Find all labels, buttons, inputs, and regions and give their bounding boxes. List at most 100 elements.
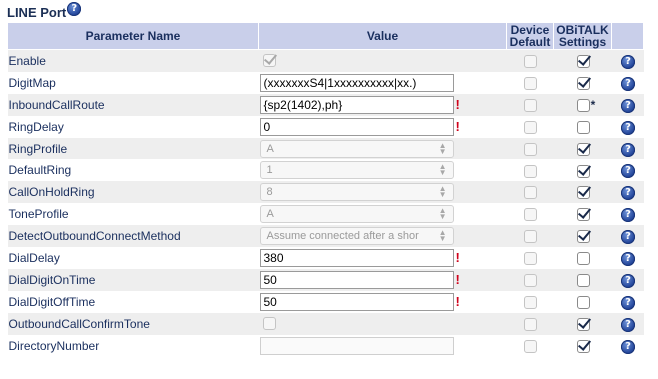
- table-row: DefaultRing 1 ▲ ▼?: [7, 159, 644, 182]
- obitalk-settings-checkbox[interactable]: [576, 77, 590, 90]
- value-wrap: 50!: [259, 292, 507, 311]
- help-icon[interactable]: ?: [621, 230, 635, 245]
- help-icon[interactable]: ?: [621, 120, 635, 135]
- help-cell: ?: [611, 334, 644, 357]
- parameter-name: RingDelay: [7, 115, 259, 138]
- table-row: Enable?: [7, 49, 644, 72]
- parameter-name: DialDigitOffTime: [7, 290, 259, 313]
- select-arrows-icon: ▲ ▼: [438, 162, 447, 178]
- help-icon[interactable]: ?: [621, 339, 635, 354]
- value-wrap: A ▲ ▼: [259, 205, 507, 224]
- table-row: RingDelay 0!?: [7, 115, 644, 138]
- table-row: CallOnHoldRing 8 ▲ ▼?: [7, 181, 644, 204]
- obitalk-settings-checkbox[interactable]: [576, 208, 590, 222]
- parameter-name: DigitMap: [7, 71, 259, 94]
- value-cell: 0!: [258, 115, 507, 138]
- help-icon[interactable]: ?: [621, 164, 635, 179]
- error-indicator: !: [455, 294, 460, 310]
- value-select: A ▲ ▼: [259, 205, 454, 224]
- header-help: [611, 22, 644, 50]
- obitalk-settings-checkbox[interactable]: [576, 120, 590, 134]
- help-icon[interactable]: ?: [621, 273, 635, 288]
- value-input[interactable]: {sp2(1402),ph}: [259, 95, 454, 114]
- device-default-cell: [506, 93, 554, 116]
- value-select: A ▲ ▼: [259, 139, 454, 158]
- obitalk-settings-checkbox[interactable]: [576, 295, 590, 309]
- obitalk-settings-checkbox[interactable]: [576, 252, 590, 266]
- help-icon[interactable]: ?: [621, 76, 635, 91]
- help-icon[interactable]: ?: [621, 98, 635, 113]
- device-default-cell: [506, 290, 554, 313]
- obitalk-settings-cell: [553, 290, 612, 313]
- device-default-cell: [506, 137, 554, 160]
- help-icon[interactable]: ?: [621, 54, 635, 69]
- parameter-name: DialDigitOnTime: [7, 268, 259, 291]
- value-select: 1 ▲ ▼: [259, 161, 454, 180]
- device-default-cell: [506, 247, 554, 269]
- help-icon[interactable]: ?: [621, 186, 635, 201]
- table-row: DialDigitOnTime 50!?: [7, 268, 644, 291]
- value-input[interactable]: 380: [259, 248, 454, 267]
- obitalk-settings-checkbox[interactable]: [576, 55, 590, 69]
- help-icon[interactable]: ?: [621, 295, 635, 310]
- obitalk-settings-checkbox[interactable]: [576, 98, 590, 112]
- obitalk-settings-checkbox[interactable]: [576, 339, 590, 353]
- parameter-name: DetectOutboundConnectMethod: [7, 225, 259, 248]
- device-default-cell: [506, 49, 554, 72]
- device-default-checkbox: [524, 339, 537, 353]
- select-value: Assume connected after a shor: [266, 230, 419, 243]
- value-input[interactable]: 0: [259, 117, 454, 136]
- select-value: 8: [266, 186, 273, 199]
- value-input[interactable]: 50: [259, 270, 454, 289]
- parameter-name: ToneProfile: [7, 203, 259, 226]
- obitalk-settings-cell: [553, 225, 612, 248]
- device-default-checkbox: [524, 252, 537, 266]
- device-default-cell: [506, 203, 554, 226]
- value-select: Assume connected after a shor ▲ ▼: [259, 227, 454, 246]
- help-icon[interactable]: ?: [621, 251, 635, 266]
- section-title: LINE Port ?: [7, 2, 82, 22]
- value-checkbox: [262, 317, 276, 331]
- value-cell: 1 ▲ ▼: [258, 159, 507, 182]
- device-default-checkbox: [524, 274, 537, 288]
- select-value: A: [266, 142, 274, 155]
- help-icon[interactable]: ?: [621, 317, 635, 332]
- help-cell: ?: [611, 49, 644, 72]
- obitalk-settings-checkbox[interactable]: [576, 186, 590, 200]
- table-row: InboundCallRoute {sp2(1402),ph}! *?: [7, 93, 644, 116]
- obitalk-settings-checkbox[interactable]: [576, 274, 590, 288]
- value-input[interactable]: (xxxxxxxS4|1xxxxxxxxxx|xx.): [259, 73, 454, 92]
- device-default-cell: [506, 268, 554, 291]
- error-indicator: !: [455, 272, 460, 288]
- help-cell: ?: [611, 181, 644, 204]
- help-icon[interactable]: ?: [621, 142, 635, 157]
- device-default-cell: [506, 225, 554, 248]
- value-cell: 8 ▲ ▼: [258, 181, 507, 204]
- value-input[interactable]: 50: [259, 292, 454, 311]
- header-obitalk-line2: Settings: [558, 35, 607, 49]
- help-icon[interactable]: ?: [67, 2, 82, 16]
- table-row: RingProfile A ▲ ▼?: [7, 137, 644, 160]
- value-cell: A ▲ ▼: [258, 203, 507, 226]
- device-default-cell: [506, 334, 554, 357]
- value-cell: 50!: [258, 268, 507, 291]
- parameter-name: DirectoryNumber: [7, 334, 259, 357]
- error-indicator: !: [455, 97, 460, 113]
- help-cell: ?: [611, 115, 644, 138]
- help-icon[interactable]: ?: [621, 208, 635, 223]
- help-cell: ?: [611, 312, 644, 335]
- device-default-checkbox: [524, 295, 537, 309]
- help-cell: ?: [611, 159, 644, 182]
- obitalk-settings-checkbox[interactable]: [576, 317, 590, 331]
- select-arrows-icon: ▲ ▼: [438, 206, 447, 222]
- obitalk-settings-checkbox[interactable]: [576, 230, 590, 244]
- header-value: Value: [258, 22, 507, 50]
- parameter-name: CallOnHoldRing: [7, 181, 259, 204]
- obitalk-settings-checkbox[interactable]: [576, 142, 590, 156]
- obitalk-settings-checkbox[interactable]: [576, 164, 590, 178]
- value-cell: 50!: [258, 290, 507, 313]
- select-arrows-icon: ▲ ▼: [438, 140, 447, 156]
- device-default-checkbox: [524, 55, 537, 69]
- value-wrap: [260, 54, 507, 68]
- device-default-cell: [506, 71, 554, 94]
